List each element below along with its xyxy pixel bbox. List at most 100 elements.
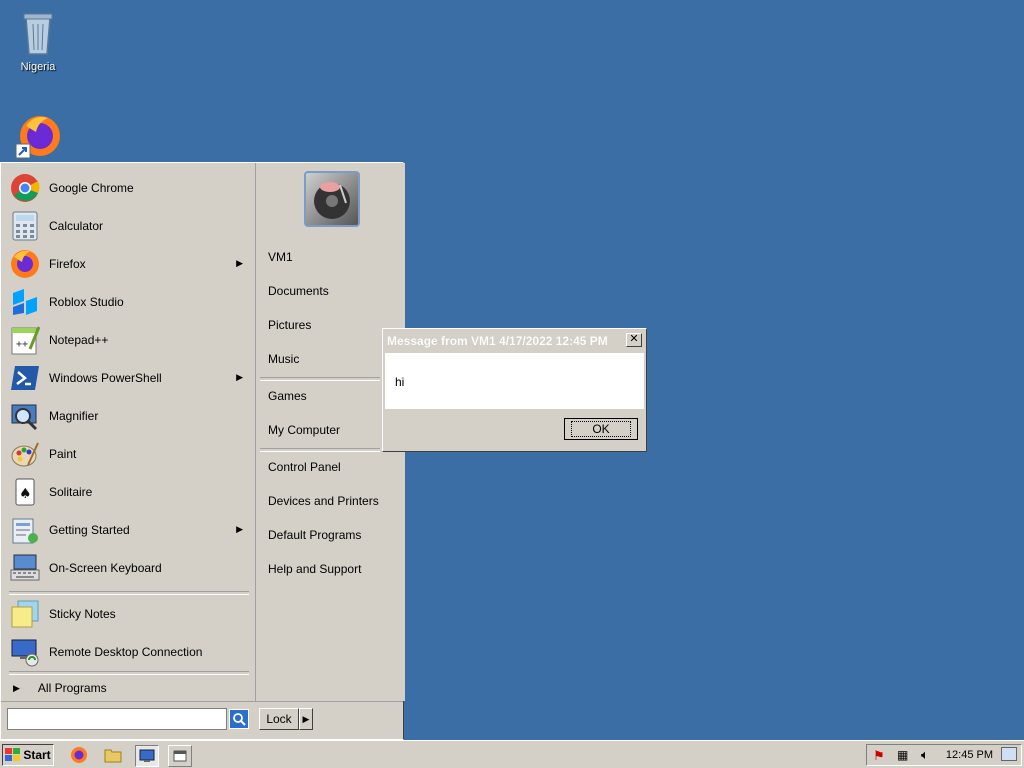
start-item-remote-desktop-connection[interactable]: Remote Desktop Connection <box>9 635 249 669</box>
system-tray: ⚑ ▦ 🔈︎ 12:45 PM <box>866 744 1022 766</box>
network-icon[interactable]: ▦ <box>897 748 908 762</box>
submenu-arrow-icon: ▶ <box>236 524 243 534</box>
start-item-sticky-notes[interactable]: Sticky Notes <box>9 597 249 631</box>
taskbar-firefox[interactable] <box>68 745 90 765</box>
show-desktop-icon[interactable] <box>1001 747 1017 761</box>
places-separator <box>260 377 380 381</box>
submenu-arrow-icon: ▶ <box>236 258 243 268</box>
start-menu-separator <box>9 591 249 595</box>
start-item-label: Firefox <box>49 257 86 271</box>
firefox-icon <box>71 747 87 763</box>
windows-logo-icon <box>5 748 21 761</box>
start-item-label: Notepad++ <box>49 333 109 347</box>
place-link-default-programs[interactable]: Default Programs <box>268 528 361 542</box>
powershell-icon <box>9 362 41 394</box>
places-separator <box>260 448 380 452</box>
start-button-label: Start <box>23 748 51 762</box>
start-item-roblox-studio[interactable]: Roblox Studio <box>9 285 249 319</box>
start-item-label: Solitaire <box>49 485 93 499</box>
chrome-icon <box>9 172 41 204</box>
start-search-input[interactable] <box>7 708 227 730</box>
start-menu-bottom-divider <box>1 701 403 702</box>
dialog-title: Message from VM1 4/17/2022 12:45 PM <box>387 334 608 348</box>
message-dialog: Message from VM1 4/17/2022 12:45 PM ✕ hi… <box>382 328 647 452</box>
sticky-notes-icon <box>9 598 41 630</box>
start-item-label: Windows PowerShell <box>49 371 162 385</box>
paint-icon <box>9 438 41 470</box>
roblox-studio-icon <box>9 286 41 318</box>
place-link-documents[interactable]: Documents <box>268 284 329 298</box>
start-menu-programs: Google Chrome Calculator Firefox ▶ Roblo… <box>1 163 255 701</box>
start-item-label: Calculator <box>49 219 104 233</box>
monitor-icon <box>139 749 155 762</box>
lock-options-arrow-icon[interactable]: ▶ <box>299 708 313 730</box>
taskbar-explorer[interactable] <box>102 745 124 765</box>
start-item-label: Remote Desktop Connection <box>49 645 203 659</box>
desktop-icon-firefox[interactable] <box>0 112 76 163</box>
dialog-title-bar[interactable]: Message from VM1 4/17/2022 12:45 PM <box>385 331 644 351</box>
dialog-body: hi <box>385 353 644 409</box>
start-item-paint[interactable]: Paint <box>9 437 249 471</box>
dialog-ok-button[interactable]: OK <box>564 418 638 440</box>
notepad-plus-plus-icon: ++ <box>9 324 41 356</box>
desktop-icon-recycle-bin[interactable]: Nigeria <box>0 8 76 73</box>
start-item-google-chrome[interactable]: Google Chrome <box>9 171 249 205</box>
place-link-games[interactable]: Games <box>268 389 307 403</box>
search-icon <box>233 713 246 726</box>
firefox-icon <box>9 248 41 280</box>
remote-desktop-icon <box>9 636 41 668</box>
taskbar-window[interactable] <box>168 745 192 767</box>
lock-button[interactable]: Lock <box>259 708 299 730</box>
start-item-label: Paint <box>49 447 77 461</box>
start-menu: Google Chrome Calculator Firefox ▶ Roblo… <box>0 162 405 740</box>
start-item-solitaire[interactable]: ♠ Solitaire <box>9 475 249 509</box>
place-link-help-and-support[interactable]: Help and Support <box>268 562 361 576</box>
place-link-control-panel[interactable]: Control Panel <box>268 460 341 474</box>
volume-icon[interactable]: 🔈︎ <box>921 747 929 763</box>
start-item-on-screen-keyboard[interactable]: On-Screen Keyboard <box>9 551 249 585</box>
place-link-devices-and-printers[interactable]: Devices and Printers <box>268 494 379 508</box>
all-programs-arrow-icon: ▶ <box>13 682 20 693</box>
getting-started-icon <box>9 514 41 546</box>
start-item-label: Google Chrome <box>49 181 134 195</box>
close-icon: ✕ <box>629 333 639 345</box>
keyboard-icon <box>9 552 41 584</box>
taskbar-clock[interactable]: 12:45 PM <box>946 749 993 761</box>
dialog-ok-label: OK <box>571 421 631 437</box>
start-item-label: Roblox Studio <box>49 295 124 309</box>
start-item-label: Getting Started <box>49 523 130 537</box>
start-item-notepad-plus-plus[interactable]: ++ Notepad++ <box>9 323 249 357</box>
svg-text:++: ++ <box>16 339 28 350</box>
start-item-windows-powershell[interactable]: Windows PowerShell ▶ <box>9 361 249 395</box>
taskbar-remote-session[interactable] <box>135 745 159 767</box>
place-link-pictures[interactable]: Pictures <box>268 318 311 332</box>
search-button[interactable] <box>229 709 249 729</box>
submenu-arrow-icon: ▶ <box>236 372 243 382</box>
dialog-message: hi <box>395 375 405 389</box>
folder-icon <box>104 749 122 763</box>
action-center-flag-icon[interactable]: ⚑ <box>873 748 885 764</box>
place-link-vm1[interactable]: VM1 <box>268 250 293 264</box>
all-programs-item[interactable]: ▶ All Programs <box>9 677 249 699</box>
start-button[interactable]: Start <box>2 744 54 766</box>
start-item-getting-started[interactable]: Getting Started ▶ <box>9 513 249 547</box>
all-programs-label: All Programs <box>37 681 107 695</box>
magnifier-icon <box>9 400 41 432</box>
place-link-music[interactable]: Music <box>268 352 299 366</box>
dialog-close-button[interactable]: ✕ <box>626 333 642 347</box>
firefox-shortcut-icon <box>15 116 60 159</box>
calculator-icon <box>9 210 41 242</box>
window-icon <box>173 750 187 762</box>
start-menu-separator <box>9 671 249 675</box>
start-item-magnifier[interactable]: Magnifier <box>9 399 249 433</box>
place-link-my-computer[interactable]: My Computer <box>268 423 340 437</box>
svg-text:♠: ♠ <box>19 486 32 502</box>
start-item-calculator[interactable]: Calculator <box>9 209 249 243</box>
solitaire-icon: ♠ <box>9 476 41 508</box>
start-item-firefox[interactable]: Firefox ▶ <box>9 247 249 281</box>
taskbar: Start ⚑ ▦ 🔈︎ 12:45 PM <box>0 740 1024 768</box>
recycle-bin-icon <box>23 13 53 55</box>
user-picture-icon[interactable] <box>304 171 360 227</box>
desktop-icon-label: Nigeria <box>20 61 56 73</box>
start-item-label: On-Screen Keyboard <box>49 561 162 575</box>
